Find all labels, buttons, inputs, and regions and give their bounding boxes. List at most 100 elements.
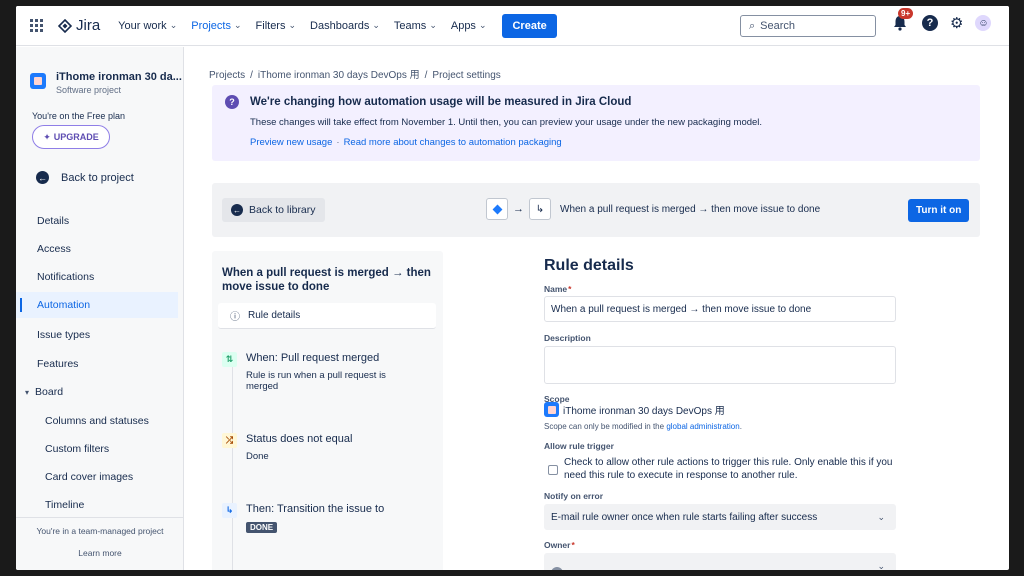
notify-on-error-select[interactable]: E-mail rule owner once when rule starts … <box>544 504 896 530</box>
top-right-actions: 9+ ? ⚙ ☺ <box>892 8 992 32</box>
project-header[interactable]: iThome ironman 30 da... Software project <box>30 71 182 95</box>
sidebar-item-custom-filters[interactable]: Custom filters <box>16 436 178 462</box>
read-more-link[interactable]: Read more about changes to automation pa… <box>344 137 562 148</box>
upgrade-button[interactable]: ✦ UPGRADE <box>32 125 110 149</box>
sidebar-item-notifications[interactable]: Notifications <box>16 264 178 290</box>
breadcrumb-separator: / <box>250 70 253 81</box>
preview-new-usage-link[interactable]: Preview new usage <box>250 137 332 148</box>
sidebar-item-columns-and-statuses[interactable]: Columns and statuses <box>16 408 178 434</box>
nav-filters[interactable]: Filters ⌄ <box>256 20 297 32</box>
pull-request-icon: ⇅ <box>222 352 237 367</box>
chevron-down-icon: ⌄ <box>877 560 885 571</box>
sidebar-item-label: Card cover images <box>45 471 134 483</box>
name-label-text: Name <box>544 284 568 294</box>
arrow-right-icon: → <box>513 203 524 215</box>
sidebar-item-board[interactable]: ▾ Board <box>16 379 178 405</box>
rule-details-item[interactable]: ⓘ Rule details <box>218 303 436 329</box>
sparkle-icon: ✦ <box>43 131 51 142</box>
nav-your-work[interactable]: Your work ⌄ <box>118 20 177 32</box>
sidebar-item-details[interactable]: Details <box>16 208 178 234</box>
nav-dashboards-label: Dashboards <box>310 19 370 32</box>
project-type: Software project <box>56 85 122 95</box>
required-marker: * <box>568 284 572 294</box>
chevron-down-icon: ▾ <box>25 387 30 397</box>
trigger-icon <box>486 198 508 220</box>
step-title: Status does not equal <box>246 433 353 445</box>
notify-on-error-label: Notify on error <box>544 491 604 501</box>
chevron-down-icon: ⌄ <box>877 511 885 522</box>
nav-teams[interactable]: Teams ⌄ <box>394 20 437 32</box>
chevron-down-icon: ⌄ <box>372 20 380 30</box>
sidebar-item-issue-types[interactable]: Issue types <box>16 322 178 348</box>
required-marker: * <box>571 540 575 550</box>
sidebar-item-label: Automation <box>37 299 91 311</box>
gear-icon[interactable]: ⚙ <box>950 14 963 32</box>
sidebar-item-label: Access <box>37 243 71 255</box>
banner-body: These changes will take effect from Nove… <box>250 117 763 128</box>
nav-apps[interactable]: Apps ⌄ <box>451 20 487 32</box>
top-navigation: Jira Your work ⌄ Projects ⌄ Filters ⌄ Dashb… <box>16 6 1009 46</box>
arrow-left-icon: ← <box>36 171 49 184</box>
sidebar-item-automation[interactable]: Automation <box>16 292 178 318</box>
notify-on-error-value: E-mail rule owner once when rule starts … <box>551 511 818 523</box>
jira-logo[interactable]: Jira <box>58 17 100 34</box>
user-avatar[interactable]: ☺ <box>975 15 992 31</box>
allow-rule-trigger-label: Allow rule trigger <box>544 441 614 451</box>
sidebar-item-card-cover-images[interactable]: Card cover images <box>16 464 178 490</box>
jira-logo-icon <box>58 18 72 33</box>
timeline-connector <box>232 361 233 570</box>
allow-rule-trigger-text: Check to allow other rule actions to tri… <box>564 457 893 481</box>
nav-projects[interactable]: Projects ⌄ <box>191 20 241 32</box>
app-switcher-icon[interactable] <box>30 18 44 33</box>
rule-flow-text: When a pull request is merged → then mov… <box>560 203 821 215</box>
nav-dashboards[interactable]: Dashboards ⌄ <box>310 20 380 32</box>
chevron-down-icon: ⌄ <box>169 20 178 30</box>
sidebar-footer: You're in a team-managed project Learn m… <box>16 517 184 558</box>
description-label: Description <box>544 333 591 343</box>
nav-apps-label: Apps <box>450 19 476 32</box>
upgrade-label: UPGRADE <box>53 132 99 142</box>
sidebar-item-timeline[interactable]: Timeline <box>16 492 178 518</box>
breadcrumb: Projects / iThome ironman 30 days DevOps 用… <box>209 66 501 81</box>
rule-panel-title: When a pull request is merged → then mov… <box>222 267 431 293</box>
rule-name-input[interactable]: When a pull request is merged → then mov… <box>544 296 896 322</box>
rule-outline-panel: When a pull request is merged → then mov… <box>212 251 443 570</box>
period: . <box>739 422 742 431</box>
search-icon: ⌕ <box>749 19 756 32</box>
sidebar-item-features[interactable]: Features <box>16 351 178 377</box>
create-button[interactable]: Create <box>502 13 557 38</box>
global-administration-link[interactable]: global administration <box>666 422 739 431</box>
project-name: iThome ironman 30 da... <box>56 71 182 83</box>
sidebar-item-label: Notifications <box>37 271 95 283</box>
rule-flow-summary: → ↳ When a pull request is merged → then… <box>486 198 820 220</box>
owner-select[interactable]: ⌄ <box>544 553 896 570</box>
learn-more-link[interactable]: Learn more <box>16 548 184 558</box>
rule-name-value: When a pull request is merged → then mov… <box>551 303 812 315</box>
back-to-project-link[interactable]: ← Back to project <box>36 171 134 184</box>
back-to-project-label: Back to project <box>61 171 134 184</box>
notifications-button[interactable]: 9+ <box>892 8 914 32</box>
breadcrumb-project-settings[interactable]: Project settings <box>432 70 500 81</box>
allow-rule-trigger-checkbox[interactable] <box>548 465 558 475</box>
sidebar-item-access[interactable]: Access <box>16 236 178 262</box>
sidebar-item-label: Features <box>37 358 79 370</box>
sidebar-item-label: Columns and statuses <box>45 415 149 427</box>
help-icon[interactable]: ? <box>922 15 938 31</box>
scope-note-text: Scope can only be modified in the <box>544 422 665 431</box>
step-description: Done <box>246 451 269 462</box>
breadcrumb-project[interactable]: iThome ironman 30 days DevOps 用 <box>258 70 420 81</box>
turn-it-on-button[interactable]: Turn it on <box>908 199 970 222</box>
sidebar-item-label: Issue types <box>37 329 91 341</box>
rule-details-label: Rule details <box>248 310 301 321</box>
breadcrumb-projects[interactable]: Projects <box>209 70 245 81</box>
link-separator: · <box>336 137 340 148</box>
sidebar-item-label: Custom filters <box>45 443 110 455</box>
back-to-library-label: Back to library <box>249 204 316 216</box>
chevron-down-icon: ⌄ <box>478 20 487 30</box>
project-settings-sidebar: iThome ironman 30 da... Software project… <box>16 47 184 570</box>
description-input[interactable] <box>544 346 896 384</box>
back-to-library-button[interactable]: ← Back to library <box>222 198 325 222</box>
chevron-down-icon: ⌄ <box>288 20 297 30</box>
transition-icon: ↳ <box>529 198 551 220</box>
search-input[interactable]: ⌕ Search <box>740 15 876 37</box>
